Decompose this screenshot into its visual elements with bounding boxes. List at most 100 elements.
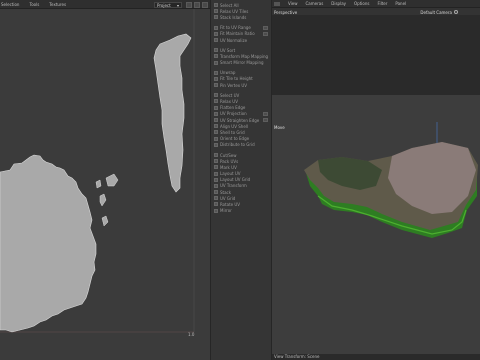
terrain-model[interactable] <box>272 95 480 355</box>
tool-icon <box>214 25 218 30</box>
tool-icon <box>214 31 218 36</box>
tool-item[interactable]: UV Normalize <box>211 37 271 43</box>
tool-icon <box>214 196 218 201</box>
tool-icon <box>214 93 218 98</box>
menu-options[interactable]: Options <box>354 1 369 6</box>
tool-label: UV Normalize <box>220 37 248 43</box>
tool-icon <box>214 37 218 42</box>
uv-island-small-1[interactable] <box>105 173 119 187</box>
menu-textures[interactable]: Textures <box>49 2 66 7</box>
uv-scale-label: 1.0 <box>188 332 195 337</box>
tool-item[interactable]: Stack Islands <box>211 14 271 20</box>
camera-icon[interactable] <box>454 10 458 14</box>
tool-icon <box>214 165 218 170</box>
menu-panel[interactable]: Panel <box>395 1 406 6</box>
tool-label: Stack Islands <box>220 14 247 20</box>
tool-label: Transform Map Mapping <box>220 53 269 59</box>
tool-icon <box>214 76 218 81</box>
uv-island-strip[interactable] <box>153 33 192 193</box>
tool-label: Flatten Edge <box>220 105 246 111</box>
tool-item[interactable]: Distribute to Grid <box>211 142 271 148</box>
tool-label: Align UV Shell <box>220 123 248 129</box>
viewport-menubar: View Cameras Display Options Filter Pane… <box>272 0 480 8</box>
tool-label: Pin Vertex UV <box>220 82 248 88</box>
tool-label: Rotate UV <box>220 202 241 208</box>
tool-icon <box>214 136 218 141</box>
menu-view[interactable]: View <box>288 1 298 6</box>
tool-icon <box>214 105 218 110</box>
toolbar-icon-a[interactable] <box>186 2 192 8</box>
uv-island-small-3[interactable] <box>101 215 109 227</box>
uv-island-small-2[interactable] <box>99 193 107 207</box>
panel-icon[interactable] <box>274 1 280 6</box>
tool-label: UV Transform <box>220 183 247 189</box>
tool-label: Cut/Sew <box>220 152 237 158</box>
tool-icon <box>214 54 218 59</box>
menu-tools[interactable]: Tools <box>29 2 39 7</box>
tool-icon <box>214 70 218 75</box>
tool-icon <box>214 142 218 147</box>
tool-label: UV Straighten Edge <box>220 117 260 123</box>
tool-item[interactable]: Smart Mirror Mapping <box>211 60 271 66</box>
tool-options-icon[interactable] <box>263 118 268 122</box>
tool-label: Layout UV Grid <box>220 177 251 183</box>
uv-island-main[interactable] <box>0 154 97 333</box>
tool-label: Unwrap <box>220 70 236 76</box>
tool-label: Smart Mirror Mapping <box>220 60 264 66</box>
tool-icon <box>214 111 218 116</box>
tool-icon <box>214 48 218 53</box>
menu-display[interactable]: Display <box>331 1 346 6</box>
tool-icon <box>214 15 218 20</box>
tool-icon <box>214 83 218 88</box>
toolbar-icon-c[interactable] <box>202 2 208 8</box>
tool-icon <box>214 183 218 188</box>
uv-tools-panel: Select All Relax UV Tiles Stack Islands … <box>210 0 272 360</box>
tool-label: Relax UV <box>220 99 238 105</box>
tool-label: Select UV <box>220 92 240 98</box>
tool-icon <box>214 60 218 65</box>
tool-icon <box>214 208 218 213</box>
uv-canvas[interactable] <box>0 9 210 360</box>
tool-icon <box>214 177 218 182</box>
tool-label: Fit Maintain Ratio <box>220 31 255 37</box>
tool-icon <box>214 152 218 157</box>
tool-label: Relax UV Tiles <box>220 8 249 14</box>
tool-icon <box>214 190 218 195</box>
tool-options-icon[interactable] <box>263 111 268 116</box>
menu-filter[interactable]: Filter <box>377 1 387 6</box>
project-dropdown-label: Project <box>157 2 171 8</box>
tool-icon <box>214 171 218 176</box>
tool-label: UV Grid <box>220 195 236 201</box>
tool-label: Mark UV <box>220 164 237 170</box>
tool-icon <box>214 99 218 104</box>
tool-icon <box>214 118 218 122</box>
tool-label: Pack UVs <box>220 158 239 164</box>
viewport-dark-band <box>272 15 480 95</box>
project-dropdown[interactable]: Project ▾ <box>154 2 182 8</box>
tool-label: Layout UV <box>220 171 241 177</box>
menu-cameras[interactable]: Cameras <box>306 1 324 6</box>
tool-options-icon[interactable] <box>263 25 268 30</box>
uv-islands <box>0 9 195 333</box>
tool-label: Mirror <box>220 208 232 214</box>
tool-label: Orient to Edge <box>220 136 250 142</box>
tool-icon <box>214 159 218 164</box>
menu-selection[interactable]: Selection <box>1 2 19 7</box>
tool-icon <box>214 202 218 207</box>
tool-label: UV Sort <box>220 47 236 53</box>
viewport-pane: View Cameras Display Options Filter Pane… <box>272 0 480 360</box>
tool-icon <box>214 3 218 7</box>
tool-item[interactable]: Pin Vertex UV <box>211 82 271 88</box>
tool-icon <box>214 130 218 135</box>
tool-icon <box>214 124 218 129</box>
tool-label: Shell to Grid <box>220 129 245 135</box>
tool-label: Fit to UV Range <box>220 25 251 31</box>
view-transform-status: View Transform: Scene <box>272 354 480 360</box>
tool-label: UV Projection <box>220 111 247 117</box>
tool-label: Distribute to Grid <box>220 142 255 148</box>
toolbar-icon-b[interactable] <box>194 2 200 8</box>
tool-item[interactable]: Mirror <box>211 208 271 214</box>
tool-options-icon[interactable] <box>263 31 268 36</box>
tool-label: Select All <box>220 2 239 8</box>
uv-island-small-4[interactable] <box>95 179 102 189</box>
